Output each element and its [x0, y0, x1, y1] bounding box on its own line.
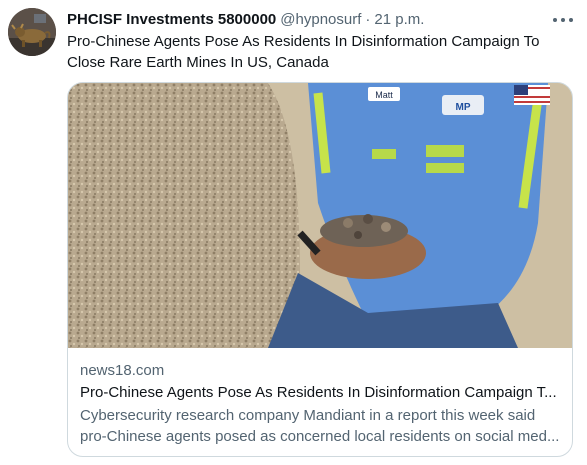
link-card[interactable]: Matt MP news18.com Pro-Chinese Agents Po…: [67, 82, 573, 457]
author-display-name[interactable]: PHCISF Investments 5800000: [67, 10, 276, 30]
author-handle[interactable]: @hypnosurf: [280, 10, 361, 30]
bull-statue-avatar-icon: [8, 8, 56, 56]
card-title: Pro-Chinese Agents Pose As Residents In …: [80, 384, 557, 401]
card-domain: news18.com: [80, 362, 165, 379]
card-description: Cybersecurity research company Mandiant …: [80, 405, 564, 447]
card-image[interactable]: Matt MP: [68, 83, 572, 348]
tweet-header: PHCISF Investments 5800000 @hypnosurf · …: [67, 10, 547, 30]
logo-text: MP: [456, 102, 471, 113]
header-separator: ·: [365, 11, 371, 28]
avatar[interactable]: [8, 8, 56, 56]
more-options-icon[interactable]: [553, 12, 573, 28]
card-description-line: Cybersecurity research company Mandiant …: [80, 407, 536, 424]
tweet-timestamp[interactable]: 21 p.m.: [374, 10, 424, 30]
card-description-line: pro-Chinese agents posed as concerned lo…: [80, 428, 560, 445]
card-image-photo: Matt MP: [68, 83, 572, 348]
name-badge-text: Matt: [375, 90, 393, 100]
tweet-text: Pro-Chinese Agents Pose As Residents In …: [67, 33, 540, 71]
